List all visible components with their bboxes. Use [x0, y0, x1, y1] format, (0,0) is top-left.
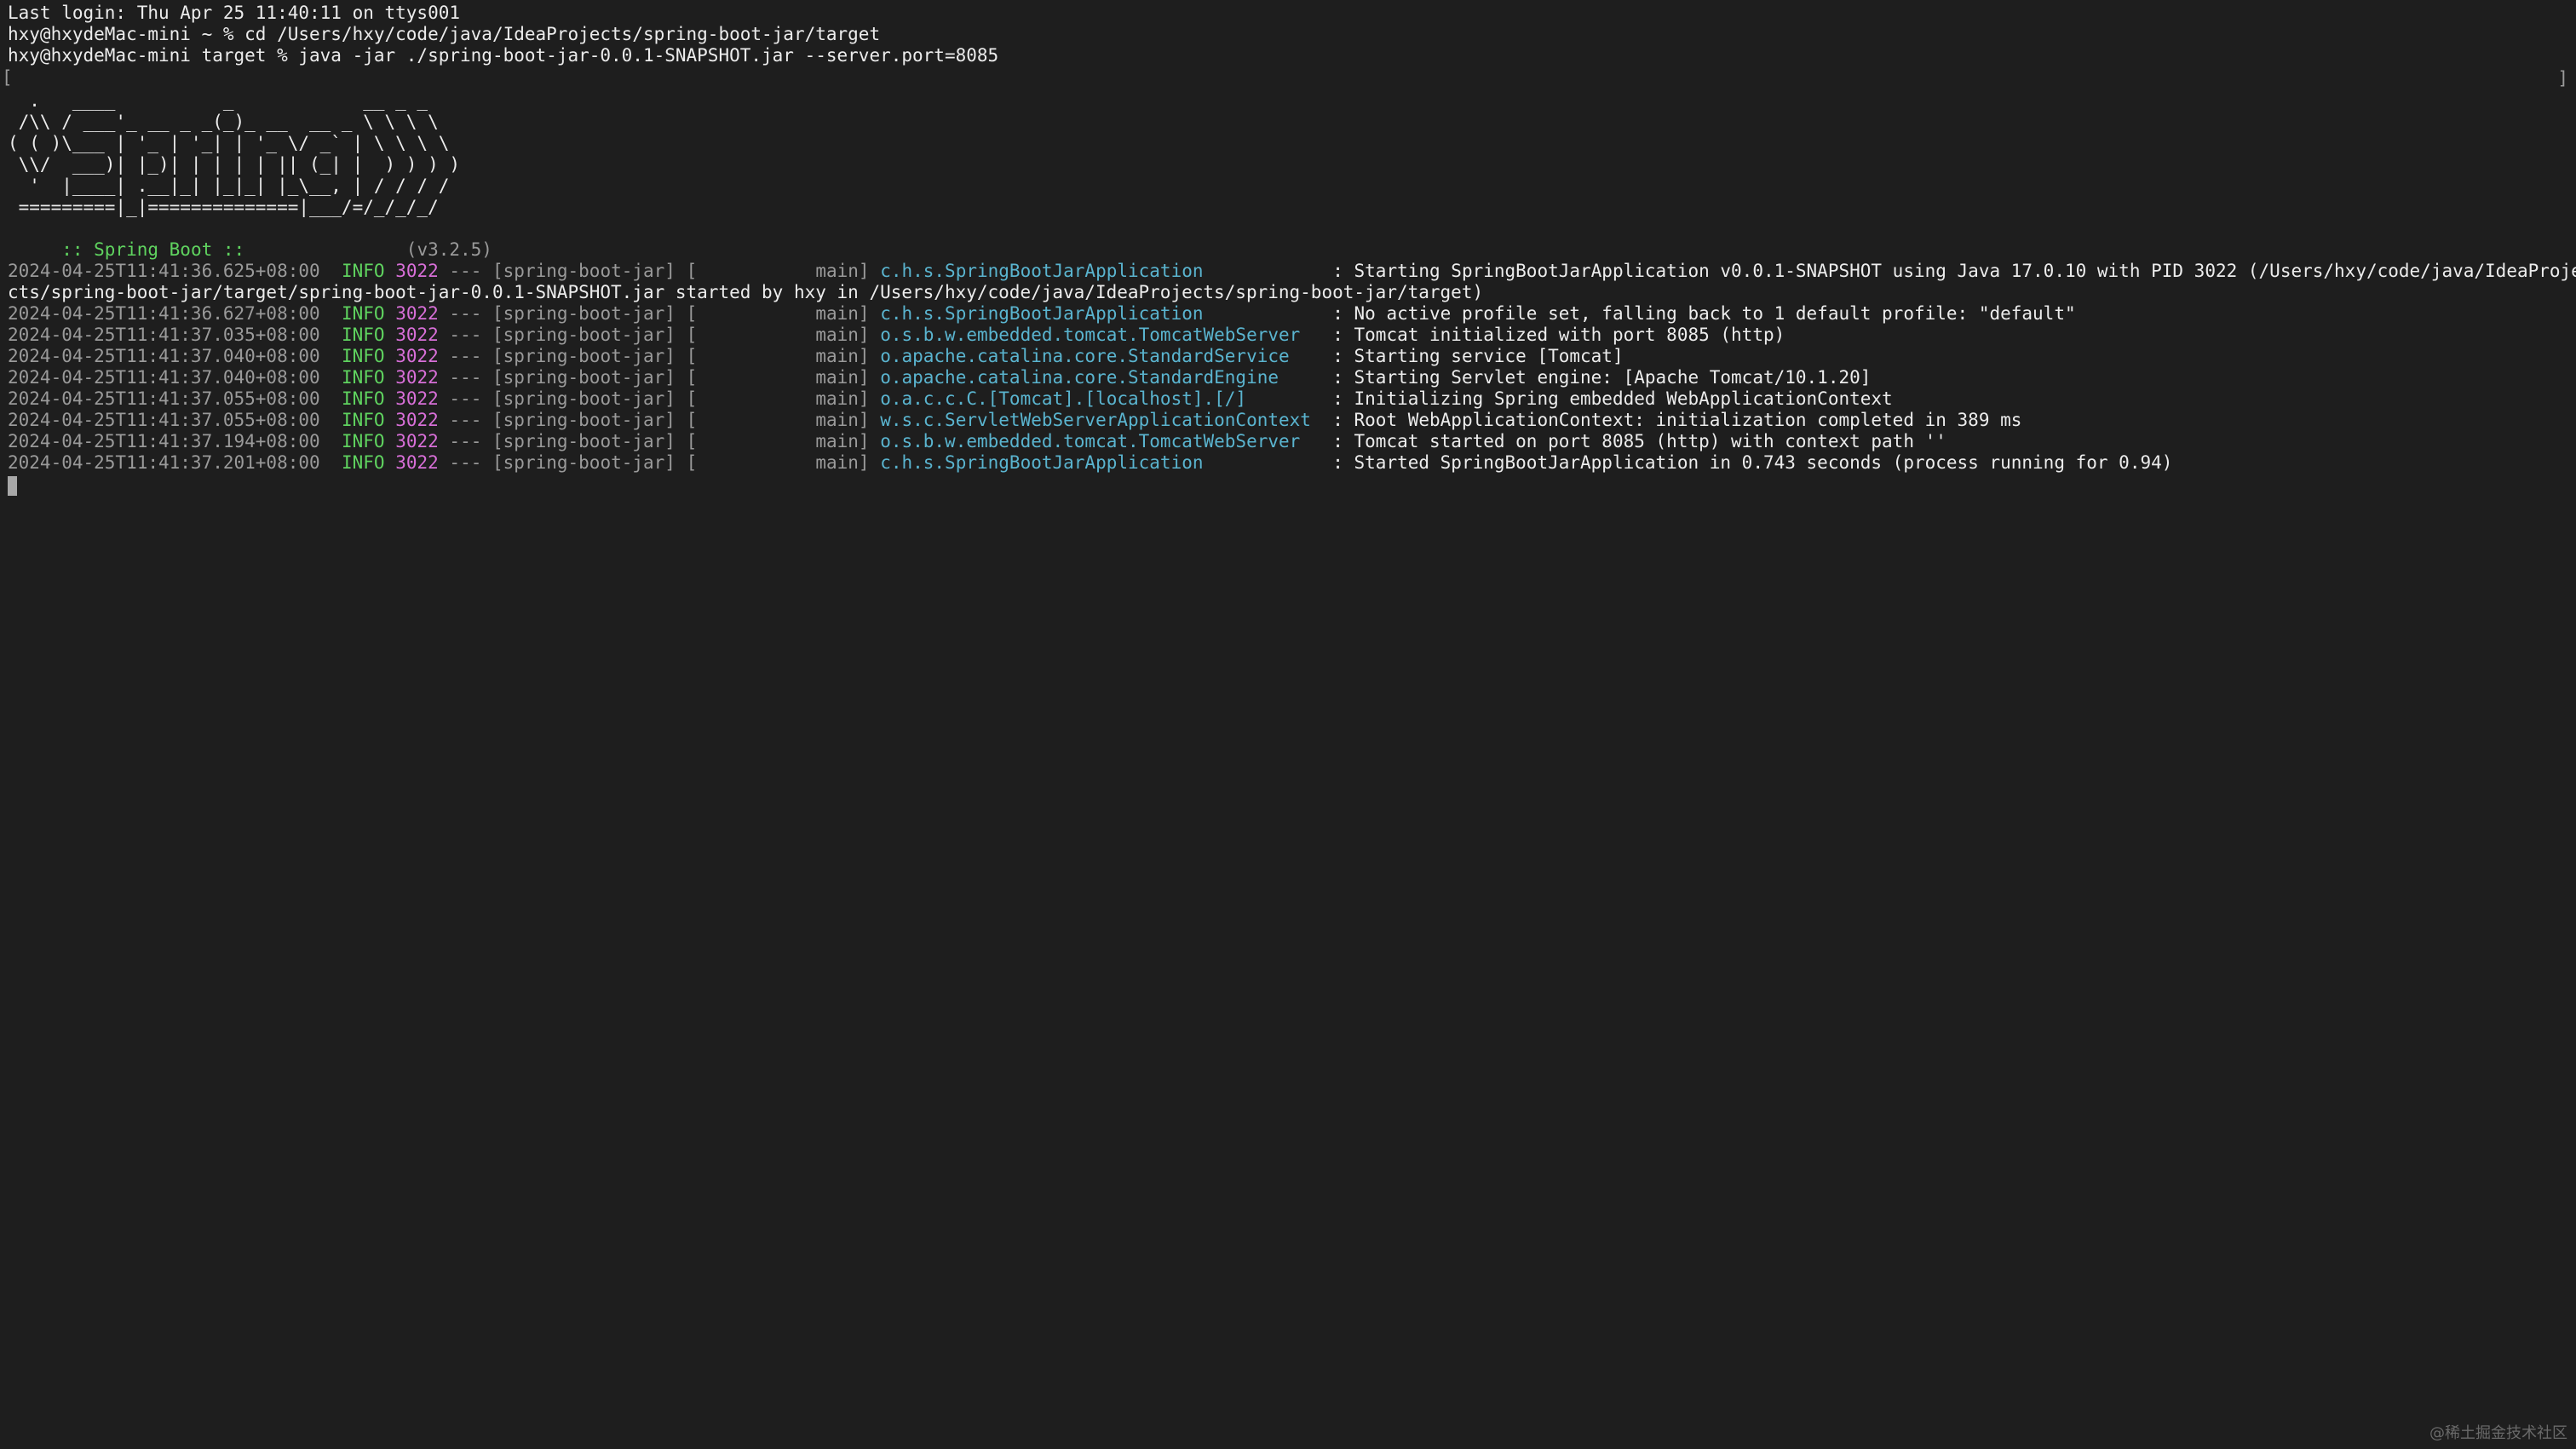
log-row: 2024-04-25T11:41:36.625+08:00 INFO 3022 …	[8, 261, 2576, 282]
log-logger: o.s.b.w.embedded.tomcat.TomcatWebServer	[880, 325, 1322, 345]
log-logger: c.h.s.SpringBootJarApplication	[880, 303, 1322, 324]
log-app-name: [spring-boot-jar]	[492, 431, 676, 451]
log-app-name: [spring-boot-jar]	[492, 303, 676, 324]
log-level: INFO	[341, 303, 385, 324]
log-thread: [ main]	[686, 388, 870, 409]
log-message: : Root WebApplicationContext: initializa…	[1332, 410, 2022, 430]
spring-boot-version: (v3.2.5)	[255, 239, 492, 260]
command-line-cd: hxy@hxydeMac-mini ~ % cd /Users/hxy/code…	[8, 24, 881, 44]
terminal-cursor[interactable]	[8, 476, 17, 496]
log-message: : Starting service [Tomcat]	[1332, 346, 1624, 366]
log-pid: 3022	[395, 410, 439, 430]
log-pid: 3022	[395, 325, 439, 345]
log-timestamp: 2024-04-25T11:41:36.627+08:00	[8, 303, 320, 324]
spring-boot-version-line: :: Spring Boot :: (v3.2.5)	[8, 218, 492, 260]
banner-line: ( ( )\___ | '_ | '_| | '_ \/ _` | \ \ \ …	[8, 133, 450, 153]
log-level: INFO	[341, 261, 385, 281]
log-wrap-line: cts/spring-boot-jar/target/spring-boot-j…	[8, 282, 1484, 302]
log-separator: ---	[449, 261, 482, 281]
log-thread: [ main]	[686, 410, 870, 430]
log-level: INFO	[341, 367, 385, 388]
command-line-java: hxy@hxydeMac-mini target % java -jar ./s…	[8, 45, 999, 66]
log-app-name: [spring-boot-jar]	[492, 346, 676, 366]
log-thread: [ main]	[686, 303, 870, 324]
terminal-window[interactable]: Last login: Thu Apr 25 11:40:11 on ttys0…	[0, 0, 2576, 1449]
log-timestamp: 2024-04-25T11:41:37.040+08:00	[8, 346, 320, 366]
log-thread: [ main]	[686, 431, 870, 451]
log-message: : No active profile set, falling back to…	[1332, 303, 2076, 324]
log-level: INFO	[341, 325, 385, 345]
banner-line: ' |____| .__|_| |_|_| |_\__, | / / / /	[8, 175, 450, 196]
banner-line: \\/ ___)| |_)| | | | | || (_| | ) ) ) )	[8, 154, 461, 175]
log-message: : Tomcat started on port 8085 (http) wit…	[1332, 431, 1946, 451]
log-thread: [ main]	[686, 325, 870, 345]
log-separator: ---	[449, 346, 482, 366]
log-row: 2024-04-25T11:41:37.194+08:00 INFO 3022 …	[8, 431, 1946, 452]
log-level: INFO	[341, 346, 385, 366]
log-separator: ---	[449, 452, 482, 473]
log-app-name: [spring-boot-jar]	[492, 325, 676, 345]
log-logger: o.apache.catalina.core.StandardService	[880, 346, 1322, 366]
log-logger: c.h.s.SpringBootJarApplication	[880, 261, 1322, 281]
banner-line: /\\ / ___'_ __ _ _(_)_ __ __ _ \ \ \ \	[8, 112, 439, 132]
log-level: INFO	[341, 410, 385, 430]
log-logger: o.apache.catalina.core.StandardEngine	[880, 367, 1322, 388]
log-pid: 3022	[395, 303, 439, 324]
log-logger: c.h.s.SpringBootJarApplication	[880, 452, 1322, 473]
log-logger: w.s.c.ServletWebServerApplicationContext	[880, 410, 1322, 430]
log-app-name: [spring-boot-jar]	[492, 410, 676, 430]
log-timestamp: 2024-04-25T11:41:37.055+08:00	[8, 388, 320, 409]
log-timestamp: 2024-04-25T11:41:37.040+08:00	[8, 367, 320, 388]
log-thread: [ main]	[686, 367, 870, 388]
log-thread: [ main]	[686, 452, 870, 473]
log-row: 2024-04-25T11:41:37.035+08:00 INFO 3022 …	[8, 325, 1785, 346]
log-row: 2024-04-25T11:41:37.055+08:00 INFO 3022 …	[8, 388, 1893, 410]
log-thread: [ main]	[686, 346, 870, 366]
log-pid: 3022	[395, 367, 439, 388]
log-pid: 3022	[395, 431, 439, 451]
log-message: : Initializing Spring embedded WebApplic…	[1332, 388, 1893, 409]
log-level: INFO	[341, 431, 385, 451]
log-separator: ---	[449, 303, 482, 324]
log-separator: ---	[449, 410, 482, 430]
log-app-name: [spring-boot-jar]	[492, 452, 676, 473]
watermark: @稀土掘金技术社区	[2429, 1424, 2567, 1442]
log-level: INFO	[341, 388, 385, 409]
log-timestamp: 2024-04-25T11:41:37.194+08:00	[8, 431, 320, 451]
log-logger: o.a.c.c.C.[Tomcat].[localhost].[/]	[880, 388, 1322, 409]
log-message: : Tomcat initialized with port 8085 (htt…	[1332, 325, 1785, 345]
log-separator: ---	[449, 388, 482, 409]
log-logger: o.s.b.w.embedded.tomcat.TomcatWebServer	[880, 431, 1322, 451]
log-row: 2024-04-25T11:41:37.040+08:00 INFO 3022 …	[8, 367, 1871, 388]
bracket-left: [	[2, 67, 13, 88]
log-level: INFO	[341, 452, 385, 473]
log-message: : Starting SpringBootJarApplication v0.0…	[1332, 261, 2576, 281]
log-separator: ---	[449, 367, 482, 388]
log-row: 2024-04-25T11:41:37.040+08:00 INFO 3022 …	[8, 346, 1624, 367]
banner-line: =========|_|==============|___/=/_/_/_/	[8, 197, 439, 217]
log-timestamp: 2024-04-25T11:41:36.625+08:00	[8, 261, 320, 281]
bracket-right: ]	[2557, 68, 2568, 89]
log-separator: ---	[449, 325, 482, 345]
log-pid: 3022	[395, 388, 439, 409]
spring-boot-label: :: Spring Boot ::	[50, 239, 256, 260]
log-row: 2024-04-25T11:41:37.201+08:00 INFO 3022 …	[8, 452, 2172, 474]
log-separator: ---	[449, 431, 482, 451]
log-row: 2024-04-25T11:41:36.627+08:00 INFO 3022 …	[8, 303, 2076, 325]
log-timestamp: 2024-04-25T11:41:37.035+08:00	[8, 325, 320, 345]
log-app-name: [spring-boot-jar]	[492, 261, 676, 281]
log-pid: 3022	[395, 261, 439, 281]
last-login-line: Last login: Thu Apr 25 11:40:11 on ttys0…	[8, 3, 461, 23]
banner-line: . ____ _ __ _ _	[8, 90, 428, 111]
log-message: : Starting Servlet engine: [Apache Tomca…	[1332, 367, 1872, 388]
log-message: : Started SpringBootJarApplication in 0.…	[1332, 452, 2173, 473]
log-pid: 3022	[395, 452, 439, 473]
log-row: 2024-04-25T11:41:37.055+08:00 INFO 3022 …	[8, 410, 2021, 431]
log-timestamp: 2024-04-25T11:41:37.201+08:00	[8, 452, 320, 473]
log-thread: [ main]	[686, 261, 870, 281]
log-app-name: [spring-boot-jar]	[492, 367, 676, 388]
log-timestamp: 2024-04-25T11:41:37.055+08:00	[8, 410, 320, 430]
log-pid: 3022	[395, 346, 439, 366]
log-app-name: [spring-boot-jar]	[492, 388, 676, 409]
